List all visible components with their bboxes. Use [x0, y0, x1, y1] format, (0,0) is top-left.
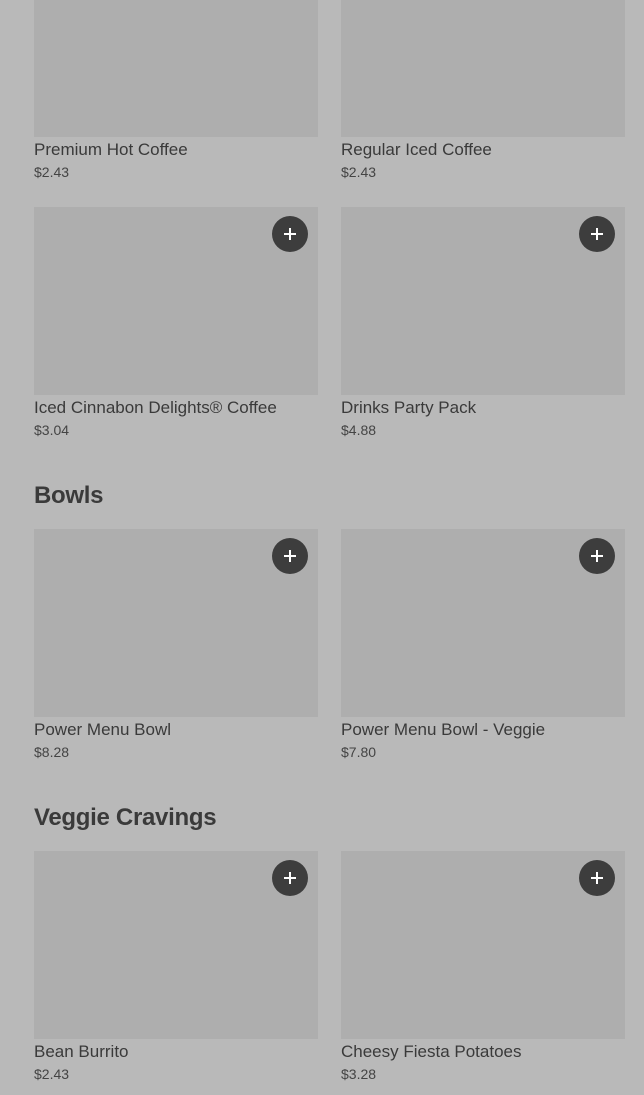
section-title-bowls: Bowls: [34, 482, 104, 509]
add-to-cart-button[interactable]: [579, 860, 615, 896]
add-to-cart-button[interactable]: [579, 216, 615, 252]
add-to-cart-button[interactable]: [272, 216, 308, 252]
item-image[interactable]: [341, 0, 625, 137]
item-price: $2.43: [34, 164, 70, 180]
item-price: $2.43: [34, 1066, 70, 1082]
plus-icon: [284, 228, 296, 240]
menu-item-cheesy-fiesta-potatoes[interactable]: Cheesy Fiesta Potatoes $3.28: [341, 851, 625, 1091]
item-price: $3.04: [34, 422, 70, 438]
add-to-cart-button[interactable]: [272, 860, 308, 896]
menu-item-power-menu-bowl-veggie[interactable]: Power Menu Bowl - Veggie $7.80: [341, 529, 625, 769]
item-name: Bean Burrito: [34, 1042, 129, 1061]
add-to-cart-button[interactable]: [272, 538, 308, 574]
menu-item-premium-hot-coffee[interactable]: Premium Hot Coffee $2.43: [34, 0, 318, 189]
plus-icon: [591, 228, 603, 240]
menu-item-regular-iced-coffee[interactable]: Regular Iced Coffee $2.43: [341, 0, 625, 189]
plus-icon: [591, 872, 603, 884]
item-name: Power Menu Bowl: [34, 720, 172, 739]
item-name: Iced Cinnabon Delights® Coffee: [34, 398, 277, 417]
menu-item-drinks-party-pack[interactable]: Drinks Party Pack $4.88: [341, 207, 625, 447]
item-name: Drinks Party Pack: [341, 398, 477, 417]
plus-icon: [284, 872, 296, 884]
add-to-cart-button[interactable]: [579, 538, 615, 574]
item-name: Premium Hot Coffee: [34, 140, 188, 159]
menu-item-bean-burrito[interactable]: Bean Burrito $2.43: [34, 851, 318, 1091]
item-price: $2.43: [341, 164, 377, 180]
item-image[interactable]: [34, 0, 318, 137]
item-price: $3.28: [341, 1066, 377, 1082]
menu-item-power-menu-bowl[interactable]: Power Menu Bowl $8.28: [34, 529, 318, 769]
menu-item-iced-cinnabon-delights-coffee[interactable]: Iced Cinnabon Delights® Coffee $3.04: [34, 207, 318, 447]
section-title-veggie-cravings: Veggie Cravings: [34, 804, 217, 831]
item-price: $7.80: [341, 744, 377, 760]
plus-icon: [284, 550, 296, 562]
item-name: Cheesy Fiesta Potatoes: [341, 1042, 522, 1061]
item-price: $4.88: [341, 422, 377, 438]
plus-icon: [591, 550, 603, 562]
item-price: $8.28: [34, 744, 70, 760]
item-name: Regular Iced Coffee: [341, 140, 492, 159]
item-name: Power Menu Bowl - Veggie: [341, 720, 546, 739]
